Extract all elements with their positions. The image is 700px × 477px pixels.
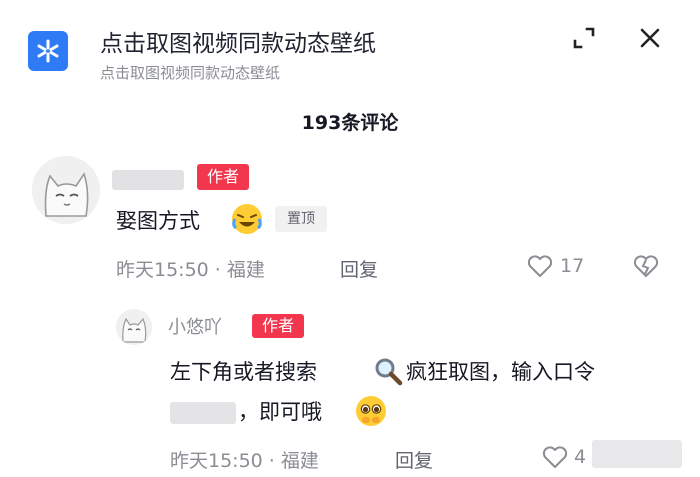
cat-avatar-icon [32, 156, 100, 224]
comment-count: 193条评论 [301, 112, 399, 134]
app-title: 点击取图视频同款动态壁纸 [100, 31, 376, 57]
like-count: 17 [560, 255, 585, 277]
reply-time-location: 昨天15:50 · 福建 [170, 450, 319, 472]
dislike-button[interactable] [632, 252, 660, 280]
reply-author-name[interactable]: 小悠吖 [168, 313, 222, 339]
reply-button[interactable]: 回复 [340, 255, 378, 282]
reply-text-part-3: ，即可哦 [238, 400, 322, 424]
reply-text-part-2: 疯狂取图，输入口令 [406, 360, 595, 384]
like-button[interactable] [526, 252, 554, 280]
comment-text: 娶图方式 [116, 209, 200, 233]
asterisk-icon [37, 39, 59, 63]
reply-like-count: 4 [574, 446, 587, 468]
broken-heart-icon [633, 255, 659, 277]
magnifier-emoji-icon [373, 356, 403, 386]
expand-button[interactable] [566, 20, 602, 56]
close-icon [640, 28, 660, 48]
heart-icon [542, 446, 568, 468]
heart-icon [527, 255, 553, 277]
reply-like-button[interactable] [541, 443, 569, 471]
app-subtitle: 点击取图视频同款动态壁纸 [100, 64, 281, 82]
watermark-overlay [592, 440, 682, 468]
masked-code [170, 402, 236, 424]
avatar[interactable] [32, 156, 100, 224]
laugh-cry-emoji-icon [230, 202, 264, 236]
reply-avatar[interactable] [116, 309, 152, 345]
reply-text-part-1: 左下角或者搜索 [170, 360, 317, 384]
close-button[interactable] [632, 20, 668, 56]
pleading-emoji-icon [354, 394, 388, 428]
reply-author-badge: 作者 [252, 314, 304, 338]
author-badge: 作者 [197, 164, 249, 190]
author-name-masked [112, 170, 184, 190]
pinned-tag: 置顶 [275, 206, 327, 232]
app-icon [28, 31, 68, 71]
expand-icon [573, 27, 595, 49]
reply-button[interactable]: 回复 [395, 446, 433, 473]
cat-avatar-icon [116, 309, 152, 345]
comment-time-location: 昨天15:50 · 福建 [116, 259, 265, 281]
